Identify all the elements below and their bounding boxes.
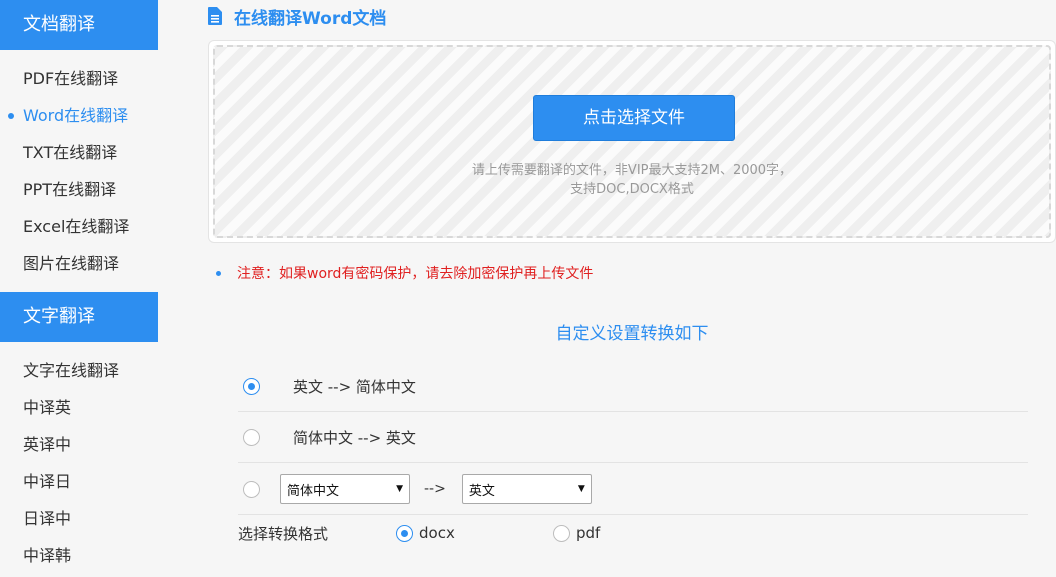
radio-custom[interactable] (243, 480, 260, 498)
sidebar-item-zh-en[interactable]: 中译英 (0, 389, 158, 426)
source-language-value: 简体中文 (287, 483, 340, 499)
sidebar-item-ja-zh[interactable]: 日译中 (0, 500, 158, 537)
choose-file-button[interactable]: 点击选择文件 (533, 95, 735, 141)
document-icon (208, 7, 222, 25)
sidebar-text-list: 文字在线翻译 中译英 英译中 中译日 日译中 中译韩 (0, 342, 158, 574)
sidebar-item-en-zh[interactable]: 英译中 (0, 426, 158, 463)
sidebar: 文档翻译 PDF在线翻译 Word在线翻译 TXT在线翻译 PPT在线翻译 Ex… (0, 0, 158, 577)
sidebar-doc-list: PDF在线翻译 Word在线翻译 TXT在线翻译 PPT在线翻译 Excel在线… (0, 50, 158, 282)
target-language-select[interactable]: 英文 ▼ (461, 474, 592, 504)
password-notice: 注意：如果word有密码保护，请去除加密保护再上传文件 (216, 263, 593, 283)
notice-text: 注意：如果word有密码保护，请去除加密保护再上传文件 (237, 266, 594, 282)
dropdown-arrow-icon: ▼ (396, 484, 403, 494)
sidebar-item-image[interactable]: 图片在线翻译 (0, 245, 158, 282)
custom-arrow-text: --> (424, 481, 446, 497)
format-pdf-label: pdf (576, 524, 601, 542)
active-dot-icon (8, 113, 14, 119)
page-title-text: 在线翻译Word文档 (234, 8, 387, 29)
main-content: 在线翻译Word文档 点击选择文件 请上传需要翻译的文件，非VIP最大支持2M、… (208, 0, 1056, 577)
upload-area: 点击选择文件 请上传需要翻译的文件，非VIP最大支持2M、2000字， 支持DO… (208, 40, 1056, 243)
format-docx-option[interactable]: docx (396, 524, 553, 542)
page-title: 在线翻译Word文档 (208, 5, 387, 29)
option-en-to-zh-label: 英文 --> 简体中文 (293, 378, 416, 396)
sidebar-item-text-online[interactable]: 文字在线翻译 (0, 352, 158, 389)
sidebar-item-ppt[interactable]: PPT在线翻译 (0, 171, 158, 208)
sidebar-item-word[interactable]: Word在线翻译 (0, 97, 158, 134)
sidebar-item-txt[interactable]: TXT在线翻译 (0, 134, 158, 171)
sidebar-item-zh-ja[interactable]: 中译日 (0, 463, 158, 500)
option-zh-to-en-label: 简体中文 --> 英文 (293, 429, 416, 447)
radio-en-to-zh[interactable] (243, 378, 260, 395)
option-en-to-zh[interactable]: 英文 --> 简体中文 (238, 362, 1028, 412)
sidebar-section-doc-title: 文档翻译 (0, 0, 158, 50)
format-docx-label: docx (419, 524, 455, 542)
sidebar-item-pdf[interactable]: PDF在线翻译 (0, 60, 158, 97)
upload-dropzone[interactable]: 点击选择文件 请上传需要翻译的文件，非VIP最大支持2M、2000字， 支持DO… (213, 45, 1051, 238)
sidebar-item-excel[interactable]: Excel在线翻译 (0, 208, 158, 245)
settings-title: 自定义设置转换如下 (555, 324, 709, 344)
dropdown-arrow-icon: ▼ (577, 484, 585, 494)
source-language-select[interactable]: 简体中文 ▼ (280, 474, 410, 504)
target-language-value: 英文 (468, 483, 495, 499)
format-row: 选择转换格式 docx pdf (238, 517, 1028, 549)
sidebar-section-text-title: 文字翻译 (0, 292, 158, 342)
radio-pdf[interactable] (553, 524, 570, 542)
format-label: 选择转换格式 (238, 524, 329, 543)
option-zh-to-en[interactable]: 简体中文 --> 英文 (238, 413, 1028, 463)
sidebar-item-label: Word在线翻译 (23, 106, 129, 125)
sidebar-item-zh-ko[interactable]: 中译韩 (0, 537, 158, 574)
option-custom: 简体中文 ▼ --> 英文 ▼ (238, 464, 1028, 515)
radio-docx[interactable] (396, 524, 413, 542)
upload-hint-line2: 支持DOC,DOCX格式 (570, 182, 694, 197)
upload-hint-line1: 请上传需要翻译的文件，非VIP最大支持2M、2000字， (471, 163, 793, 178)
bullet-icon (216, 270, 221, 276)
radio-zh-to-en[interactable] (243, 429, 260, 446)
format-pdf-option[interactable]: pdf (553, 524, 600, 542)
